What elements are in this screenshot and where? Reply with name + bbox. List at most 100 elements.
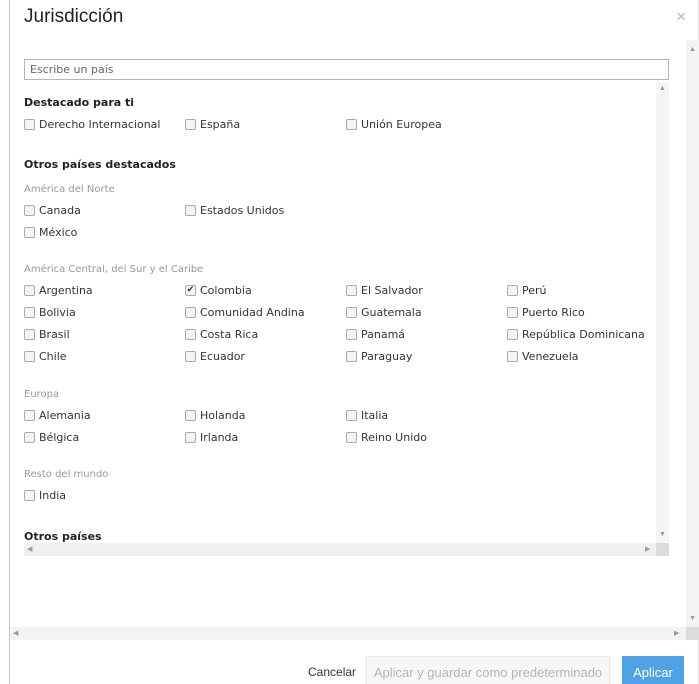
checkbox-canada[interactable]: Canada xyxy=(24,204,81,217)
checkbox-icon[interactable] xyxy=(346,307,357,318)
checkbox-icon[interactable] xyxy=(346,410,357,421)
checkbox-italia[interactable]: Italia xyxy=(346,409,388,422)
checkbox-icon[interactable] xyxy=(507,307,518,318)
checkbox-label: Chile xyxy=(39,350,67,363)
scroll-up-arrow-icon[interactable]: ▲ xyxy=(659,85,666,92)
country-search-input[interactable] xyxy=(24,59,669,80)
checkbox-icon[interactable] xyxy=(346,351,357,362)
checkbox-label: Alemania xyxy=(39,409,91,422)
checkbox-icon[interactable] xyxy=(24,227,35,238)
checkbox-espana[interactable]: España xyxy=(185,118,240,131)
checkbox-republica-dominicana[interactable]: República Dominicana xyxy=(507,328,645,341)
outer-scroll-down-arrow-icon[interactable]: ▼ xyxy=(689,615,696,622)
scroll-down-arrow-icon[interactable]: ▼ xyxy=(659,531,666,538)
apply-button[interactable]: Aplicar xyxy=(622,656,684,684)
dialog-title: Jurisdicción xyxy=(24,6,124,27)
checkbox-label: Canada xyxy=(39,204,81,217)
checkbox-icon[interactable] xyxy=(185,307,196,318)
country-list-scroll-area[interactable]: Destacado para ti Derecho Internacional E… xyxy=(24,82,669,557)
checkbox-colombia[interactable]: Colombia xyxy=(185,284,252,297)
outer-vertical-scrollbar[interactable]: ▲ ▼ xyxy=(686,40,699,640)
checkbox-panama[interactable]: Panamá xyxy=(346,328,405,341)
checkbox-india[interactable]: India xyxy=(24,489,66,502)
checkbox-label: Estados Unidos xyxy=(200,204,285,217)
checkbox-label: España xyxy=(200,118,241,131)
scroll-right-arrow-icon[interactable]: ▶ xyxy=(645,546,650,553)
outer-scroll-left-arrow-icon[interactable]: ◀ xyxy=(13,630,18,637)
checkbox-icon[interactable] xyxy=(507,329,518,340)
region-heading-america-del-norte: América del Norte xyxy=(24,184,115,195)
checkbox-icon[interactable] xyxy=(346,285,357,296)
checkbox-label: Venezuela xyxy=(522,350,579,363)
checkbox-icon[interactable] xyxy=(24,205,35,216)
checkbox-peru[interactable]: Perú xyxy=(507,284,547,297)
checkbox-icon[interactable] xyxy=(24,432,35,443)
checkbox-mexico[interactable]: México xyxy=(24,226,77,239)
outer-scroll-corner xyxy=(686,627,699,640)
outer-scroll-up-arrow-icon[interactable]: ▲ xyxy=(689,46,696,53)
checkbox-label: Bélgica xyxy=(39,431,80,444)
checkbox-argentina[interactable]: Argentina xyxy=(24,284,93,297)
checkbox-costa-rica[interactable]: Costa Rica xyxy=(185,328,258,341)
checkbox-irlanda[interactable]: Irlanda xyxy=(185,431,238,444)
checkbox-icon[interactable] xyxy=(24,329,35,340)
checkbox-el-salvador[interactable]: El Salvador xyxy=(346,284,423,297)
checkbox-label: Reino Unido xyxy=(361,431,427,444)
checkbox-icon[interactable] xyxy=(185,432,196,443)
outer-horizontal-scrollbar[interactable]: ◀ ▶ xyxy=(10,627,686,640)
checkbox-icon[interactable] xyxy=(507,285,518,296)
checkbox-union-europea[interactable]: Unión Europea xyxy=(346,118,442,131)
apply-and-save-default-button[interactable]: Aplicar y guardar como predeterminado xyxy=(366,656,610,684)
inner-vertical-scrollbar[interactable]: ▲ ▼ xyxy=(656,82,669,543)
checkbox-label: Colombia xyxy=(200,284,252,297)
checkbox-belgica[interactable]: Bélgica xyxy=(24,431,79,444)
checkbox-puerto-rico[interactable]: Puerto Rico xyxy=(507,306,585,319)
checkbox-derecho-internacional[interactable]: Derecho Internacional xyxy=(24,118,160,131)
jurisdiction-dialog: Jurisdicción × Destacado para ti Derecho… xyxy=(9,0,699,684)
close-icon[interactable]: × xyxy=(676,8,686,25)
checkbox-ecuador[interactable]: Ecuador xyxy=(185,350,245,363)
checkbox-estados-unidos[interactable]: Estados Unidos xyxy=(185,204,284,217)
checkbox-icon[interactable] xyxy=(24,285,35,296)
checkbox-icon[interactable] xyxy=(24,351,35,362)
checkbox-icon[interactable] xyxy=(24,119,35,130)
checkbox-label: Costa Rica xyxy=(200,328,259,341)
checkbox-checked-icon[interactable] xyxy=(185,285,196,296)
checkbox-label: Panamá xyxy=(361,328,406,341)
checkbox-icon[interactable] xyxy=(507,351,518,362)
checkbox-label: Perú xyxy=(522,284,547,297)
cancel-button[interactable]: Cancelar xyxy=(308,665,356,679)
checkbox-icon[interactable] xyxy=(346,432,357,443)
checkbox-icon[interactable] xyxy=(24,490,35,501)
checkbox-icon[interactable] xyxy=(185,410,196,421)
checkbox-label: Ecuador xyxy=(200,350,245,363)
scroll-left-arrow-icon[interactable]: ◀ xyxy=(27,546,32,553)
checkbox-brasil[interactable]: Brasil xyxy=(24,328,70,341)
checkbox-paraguay[interactable]: Paraguay xyxy=(346,350,412,363)
checkbox-icon[interactable] xyxy=(185,329,196,340)
checkbox-holanda[interactable]: Holanda xyxy=(185,409,246,422)
checkbox-alemania[interactable]: Alemania xyxy=(24,409,91,422)
checkbox-venezuela[interactable]: Venezuela xyxy=(507,350,579,363)
checkbox-icon[interactable] xyxy=(346,329,357,340)
checkbox-guatemala[interactable]: Guatemala xyxy=(346,306,422,319)
checkbox-comunidad-andina[interactable]: Comunidad Andina xyxy=(185,306,305,319)
checkbox-reino-unido[interactable]: Reino Unido xyxy=(346,431,427,444)
other-countries-heading: Otros países xyxy=(24,530,102,543)
region-heading-europa: Europa xyxy=(24,389,60,400)
inner-horizontal-scrollbar[interactable]: ◀ ▶ xyxy=(24,543,656,556)
checkbox-chile[interactable]: Chile xyxy=(24,350,67,363)
checkbox-bolivia[interactable]: Bolivia xyxy=(24,306,76,319)
others-featured-heading: Otros países destacados xyxy=(24,158,176,171)
checkbox-icon[interactable] xyxy=(24,410,35,421)
outer-scroll-right-arrow-icon[interactable]: ▶ xyxy=(674,630,679,637)
checkbox-label: República Dominicana xyxy=(522,328,645,341)
checkbox-label: Italia xyxy=(361,409,389,422)
checkbox-icon[interactable] xyxy=(24,307,35,318)
checkbox-icon[interactable] xyxy=(185,119,196,130)
checkbox-label: Puerto Rico xyxy=(522,306,585,319)
checkbox-icon[interactable] xyxy=(346,119,357,130)
checkbox-icon[interactable] xyxy=(185,351,196,362)
checkbox-icon[interactable] xyxy=(185,205,196,216)
checkbox-label: Irlanda xyxy=(200,431,239,444)
